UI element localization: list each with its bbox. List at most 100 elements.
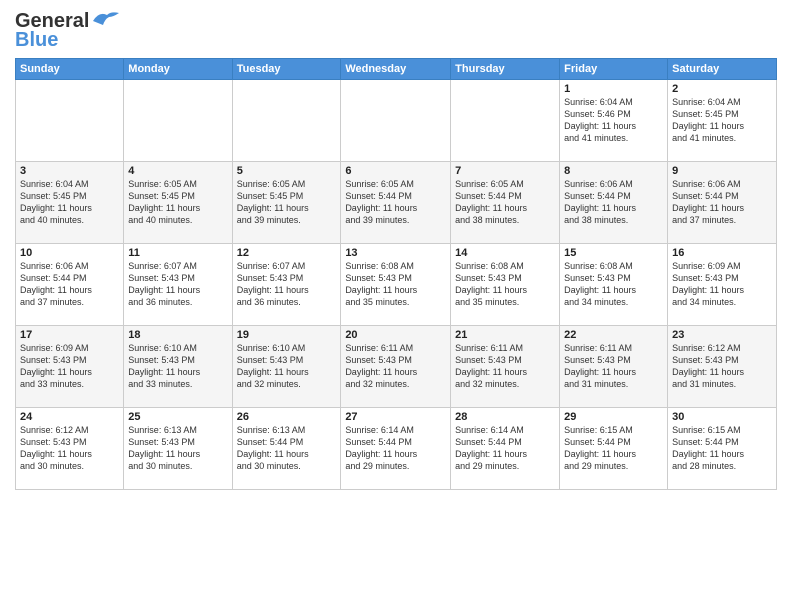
calendar-cell: 26Sunrise: 6:13 AM Sunset: 5:44 PM Dayli… — [232, 408, 341, 490]
day-number: 29 — [564, 411, 663, 423]
calendar-cell: 17Sunrise: 6:09 AM Sunset: 5:43 PM Dayli… — [16, 326, 124, 408]
day-info: Sunrise: 6:05 AM Sunset: 5:44 PM Dayligh… — [455, 178, 555, 227]
day-info: Sunrise: 6:11 AM Sunset: 5:43 PM Dayligh… — [345, 342, 446, 391]
day-number: 27 — [345, 411, 446, 423]
calendar-cell: 3Sunrise: 6:04 AM Sunset: 5:45 PM Daylig… — [16, 162, 124, 244]
calendar-table: Sunday Monday Tuesday Wednesday Thursday… — [15, 58, 777, 490]
calendar-cell: 21Sunrise: 6:11 AM Sunset: 5:43 PM Dayli… — [451, 326, 560, 408]
day-info: Sunrise: 6:11 AM Sunset: 5:43 PM Dayligh… — [455, 342, 555, 391]
day-info: Sunrise: 6:10 AM Sunset: 5:43 PM Dayligh… — [128, 342, 227, 391]
day-info: Sunrise: 6:14 AM Sunset: 5:44 PM Dayligh… — [345, 424, 446, 473]
day-info: Sunrise: 6:08 AM Sunset: 5:43 PM Dayligh… — [345, 260, 446, 309]
calendar-cell: 10Sunrise: 6:06 AM Sunset: 5:44 PM Dayli… — [16, 244, 124, 326]
day-number: 14 — [455, 247, 555, 259]
day-number: 8 — [564, 165, 663, 177]
header-friday: Friday — [560, 59, 668, 80]
header-sunday: Sunday — [16, 59, 124, 80]
calendar-cell: 25Sunrise: 6:13 AM Sunset: 5:43 PM Dayli… — [124, 408, 232, 490]
day-info: Sunrise: 6:13 AM Sunset: 5:43 PM Dayligh… — [128, 424, 227, 473]
day-info: Sunrise: 6:11 AM Sunset: 5:43 PM Dayligh… — [564, 342, 663, 391]
day-info: Sunrise: 6:06 AM Sunset: 5:44 PM Dayligh… — [564, 178, 663, 227]
calendar-week-row: 3Sunrise: 6:04 AM Sunset: 5:45 PM Daylig… — [16, 162, 777, 244]
day-info: Sunrise: 6:09 AM Sunset: 5:43 PM Dayligh… — [672, 260, 772, 309]
day-number: 21 — [455, 329, 555, 341]
day-info: Sunrise: 6:09 AM Sunset: 5:43 PM Dayligh… — [20, 342, 119, 391]
day-info: Sunrise: 6:13 AM Sunset: 5:44 PM Dayligh… — [237, 424, 337, 473]
day-info: Sunrise: 6:12 AM Sunset: 5:43 PM Dayligh… — [672, 342, 772, 391]
day-number: 3 — [20, 165, 119, 177]
day-info: Sunrise: 6:10 AM Sunset: 5:43 PM Dayligh… — [237, 342, 337, 391]
day-info: Sunrise: 6:04 AM Sunset: 5:46 PM Dayligh… — [564, 96, 663, 145]
calendar-cell: 22Sunrise: 6:11 AM Sunset: 5:43 PM Dayli… — [560, 326, 668, 408]
calendar-cell: 8Sunrise: 6:06 AM Sunset: 5:44 PM Daylig… — [560, 162, 668, 244]
day-number: 1 — [564, 83, 663, 95]
calendar-cell: 2Sunrise: 6:04 AM Sunset: 5:45 PM Daylig… — [668, 80, 777, 162]
header: General Blue — [15, 10, 777, 52]
day-number: 16 — [672, 247, 772, 259]
day-info: Sunrise: 6:15 AM Sunset: 5:44 PM Dayligh… — [564, 424, 663, 473]
day-info: Sunrise: 6:04 AM Sunset: 5:45 PM Dayligh… — [672, 96, 772, 145]
calendar-cell: 27Sunrise: 6:14 AM Sunset: 5:44 PM Dayli… — [341, 408, 451, 490]
calendar-week-row: 10Sunrise: 6:06 AM Sunset: 5:44 PM Dayli… — [16, 244, 777, 326]
calendar-cell: 4Sunrise: 6:05 AM Sunset: 5:45 PM Daylig… — [124, 162, 232, 244]
calendar-header-row: Sunday Monday Tuesday Wednesday Thursday… — [16, 59, 777, 80]
calendar-cell: 12Sunrise: 6:07 AM Sunset: 5:43 PM Dayli… — [232, 244, 341, 326]
header-monday: Monday — [124, 59, 232, 80]
calendar-cell: 16Sunrise: 6:09 AM Sunset: 5:43 PM Dayli… — [668, 244, 777, 326]
day-number: 28 — [455, 411, 555, 423]
day-info: Sunrise: 6:04 AM Sunset: 5:45 PM Dayligh… — [20, 178, 119, 227]
day-number: 5 — [237, 165, 337, 177]
day-info: Sunrise: 6:06 AM Sunset: 5:44 PM Dayligh… — [672, 178, 772, 227]
day-number: 25 — [128, 411, 227, 423]
logo-bird-icon — [91, 9, 121, 31]
calendar-cell: 28Sunrise: 6:14 AM Sunset: 5:44 PM Dayli… — [451, 408, 560, 490]
day-number: 11 — [128, 247, 227, 259]
day-number: 10 — [20, 247, 119, 259]
day-info: Sunrise: 6:05 AM Sunset: 5:45 PM Dayligh… — [128, 178, 227, 227]
day-number: 17 — [20, 329, 119, 341]
day-info: Sunrise: 6:07 AM Sunset: 5:43 PM Dayligh… — [237, 260, 337, 309]
header-tuesday: Tuesday — [232, 59, 341, 80]
calendar-week-row: 1Sunrise: 6:04 AM Sunset: 5:46 PM Daylig… — [16, 80, 777, 162]
calendar-cell — [124, 80, 232, 162]
day-info: Sunrise: 6:12 AM Sunset: 5:43 PM Dayligh… — [20, 424, 119, 473]
page-container: General Blue Sunday Monday Tuesday Wedne… — [0, 0, 792, 612]
calendar-cell: 23Sunrise: 6:12 AM Sunset: 5:43 PM Dayli… — [668, 326, 777, 408]
header-thursday: Thursday — [451, 59, 560, 80]
calendar-week-row: 17Sunrise: 6:09 AM Sunset: 5:43 PM Dayli… — [16, 326, 777, 408]
day-number: 15 — [564, 247, 663, 259]
day-number: 18 — [128, 329, 227, 341]
header-wednesday: Wednesday — [341, 59, 451, 80]
day-number: 24 — [20, 411, 119, 423]
calendar-cell: 19Sunrise: 6:10 AM Sunset: 5:43 PM Dayli… — [232, 326, 341, 408]
calendar-cell: 11Sunrise: 6:07 AM Sunset: 5:43 PM Dayli… — [124, 244, 232, 326]
calendar-cell — [232, 80, 341, 162]
calendar-cell: 5Sunrise: 6:05 AM Sunset: 5:45 PM Daylig… — [232, 162, 341, 244]
day-info: Sunrise: 6:05 AM Sunset: 5:44 PM Dayligh… — [345, 178, 446, 227]
calendar-cell: 9Sunrise: 6:06 AM Sunset: 5:44 PM Daylig… — [668, 162, 777, 244]
day-number: 9 — [672, 165, 772, 177]
day-number: 6 — [345, 165, 446, 177]
day-info: Sunrise: 6:15 AM Sunset: 5:44 PM Dayligh… — [672, 424, 772, 473]
day-number: 7 — [455, 165, 555, 177]
calendar-cell: 7Sunrise: 6:05 AM Sunset: 5:44 PM Daylig… — [451, 162, 560, 244]
day-info: Sunrise: 6:08 AM Sunset: 5:43 PM Dayligh… — [455, 260, 555, 309]
calendar-cell: 1Sunrise: 6:04 AM Sunset: 5:46 PM Daylig… — [560, 80, 668, 162]
day-number: 19 — [237, 329, 337, 341]
calendar-cell — [16, 80, 124, 162]
day-number: 4 — [128, 165, 227, 177]
day-info: Sunrise: 6:06 AM Sunset: 5:44 PM Dayligh… — [20, 260, 119, 309]
logo: General Blue — [15, 10, 121, 52]
day-number: 23 — [672, 329, 772, 341]
calendar-cell: 29Sunrise: 6:15 AM Sunset: 5:44 PM Dayli… — [560, 408, 668, 490]
day-number: 2 — [672, 83, 772, 95]
calendar-cell: 30Sunrise: 6:15 AM Sunset: 5:44 PM Dayli… — [668, 408, 777, 490]
calendar-cell: 6Sunrise: 6:05 AM Sunset: 5:44 PM Daylig… — [341, 162, 451, 244]
calendar-cell: 15Sunrise: 6:08 AM Sunset: 5:43 PM Dayli… — [560, 244, 668, 326]
day-info: Sunrise: 6:08 AM Sunset: 5:43 PM Dayligh… — [564, 260, 663, 309]
day-info: Sunrise: 6:14 AM Sunset: 5:44 PM Dayligh… — [455, 424, 555, 473]
day-number: 13 — [345, 247, 446, 259]
logo-blue: Blue — [15, 29, 121, 52]
calendar-cell: 18Sunrise: 6:10 AM Sunset: 5:43 PM Dayli… — [124, 326, 232, 408]
day-number: 22 — [564, 329, 663, 341]
